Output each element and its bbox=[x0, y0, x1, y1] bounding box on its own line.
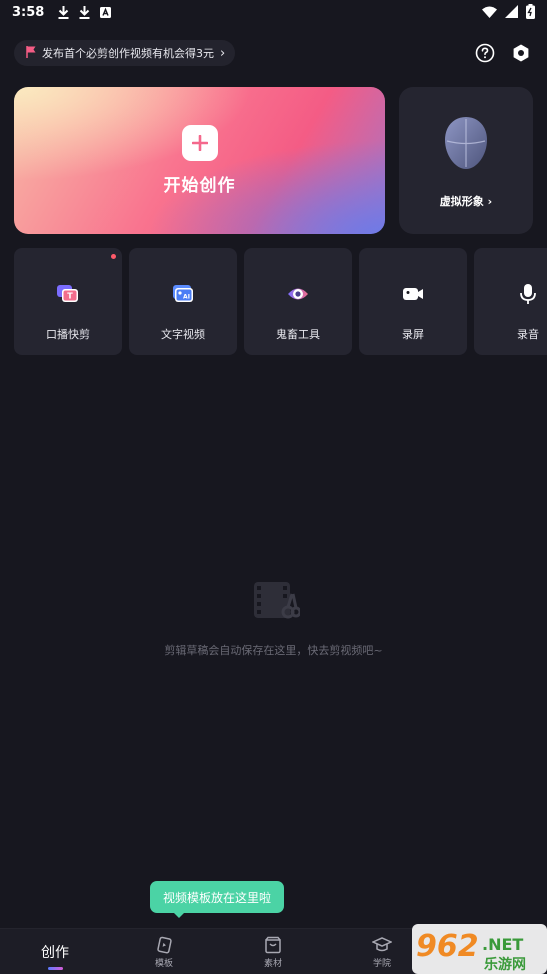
nav-materials[interactable]: 素材 bbox=[228, 929, 318, 974]
promo-banner[interactable]: 发布首个必剪创作视频有机会得3元 › bbox=[14, 40, 236, 66]
promo-text: 发布首个必剪创作视频有机会得3元 bbox=[42, 47, 214, 60]
nav-label: 模板 bbox=[154, 959, 173, 969]
status-bar: 3:58 bbox=[0, 0, 547, 24]
start-create-label: 开始创作 bbox=[163, 176, 236, 196]
svg-text:T: T bbox=[67, 292, 73, 301]
svg-text:AI: AI bbox=[183, 294, 190, 301]
nav-templates[interactable]: 模板 bbox=[119, 929, 209, 974]
empty-state-text: 剪辑草稿会自动保存在这里，快去剪视频吧~ bbox=[164, 644, 383, 657]
template-cards-icon bbox=[154, 935, 174, 955]
download-icon bbox=[58, 5, 69, 19]
tool-label: 口播快剪 bbox=[46, 328, 90, 341]
tool-text-video[interactable]: AI 文字视频 bbox=[129, 248, 237, 355]
microphone-icon bbox=[516, 282, 540, 306]
new-badge-dot bbox=[111, 254, 116, 259]
chevron-right-icon: › bbox=[487, 195, 493, 208]
plus-icon bbox=[181, 125, 218, 161]
avatar-face-icon bbox=[443, 115, 489, 175]
watermark-sub: 乐游网 bbox=[484, 956, 526, 973]
nav-create[interactable]: 创作 bbox=[10, 929, 100, 974]
app-notification-icon bbox=[100, 6, 112, 18]
help-icon[interactable] bbox=[474, 42, 496, 64]
virtual-avatar-label: 虚拟形象 › bbox=[440, 193, 492, 209]
film-scissors-icon bbox=[252, 580, 302, 624]
template-tooltip[interactable]: 视频模板放在这里啦 bbox=[150, 881, 285, 918]
site-watermark: 962 .NET 乐游网 bbox=[412, 920, 547, 974]
nav-label: 创作 bbox=[41, 945, 69, 961]
chevron-right-icon: › bbox=[220, 45, 226, 61]
text-bubble-icon: T bbox=[56, 282, 80, 306]
ai-card-icon: AI bbox=[171, 282, 195, 306]
tool-ghost-edit[interactable]: 鬼畜工具 bbox=[244, 248, 352, 355]
tool-screen-record[interactable]: 录屏 bbox=[359, 248, 467, 355]
graduation-cap-icon bbox=[372, 935, 392, 955]
ghost-eye-icon bbox=[286, 282, 310, 306]
signal-icon bbox=[505, 5, 518, 22]
download-icon bbox=[79, 5, 90, 19]
settings-icon[interactable] bbox=[510, 42, 532, 64]
tool-label: 文字视频 bbox=[161, 328, 205, 341]
nav-label: 学院 bbox=[372, 959, 391, 969]
watermark-suffix: .NET bbox=[482, 935, 523, 954]
tool-label: 录屏 bbox=[402, 328, 424, 341]
tools-row: T 口播快剪 AI 文字视频 鬼畜工具 录屏 录音 bbox=[14, 248, 547, 355]
virtual-avatar-card[interactable]: 虚拟形象 › bbox=[399, 87, 533, 234]
nav-active-indicator bbox=[47, 967, 63, 970]
tool-voice-quick-edit[interactable]: T 口播快剪 bbox=[14, 248, 122, 355]
battery-icon bbox=[526, 4, 535, 23]
tool-label: 录音 bbox=[517, 328, 539, 341]
tool-label: 鬼畜工具 bbox=[276, 328, 320, 341]
camera-icon bbox=[401, 282, 425, 306]
tool-audio-record[interactable]: 录音 bbox=[474, 248, 547, 355]
avatar-label-text: 虚拟形象 bbox=[439, 195, 484, 208]
nav-label: 素材 bbox=[263, 959, 282, 969]
wifi-icon bbox=[482, 6, 497, 22]
flag-icon bbox=[26, 45, 36, 61]
watermark-number: 962 bbox=[416, 929, 479, 964]
start-create-card[interactable]: 开始创作 bbox=[14, 87, 385, 234]
status-time: 3:58 bbox=[12, 4, 45, 20]
shop-icon bbox=[263, 935, 283, 955]
